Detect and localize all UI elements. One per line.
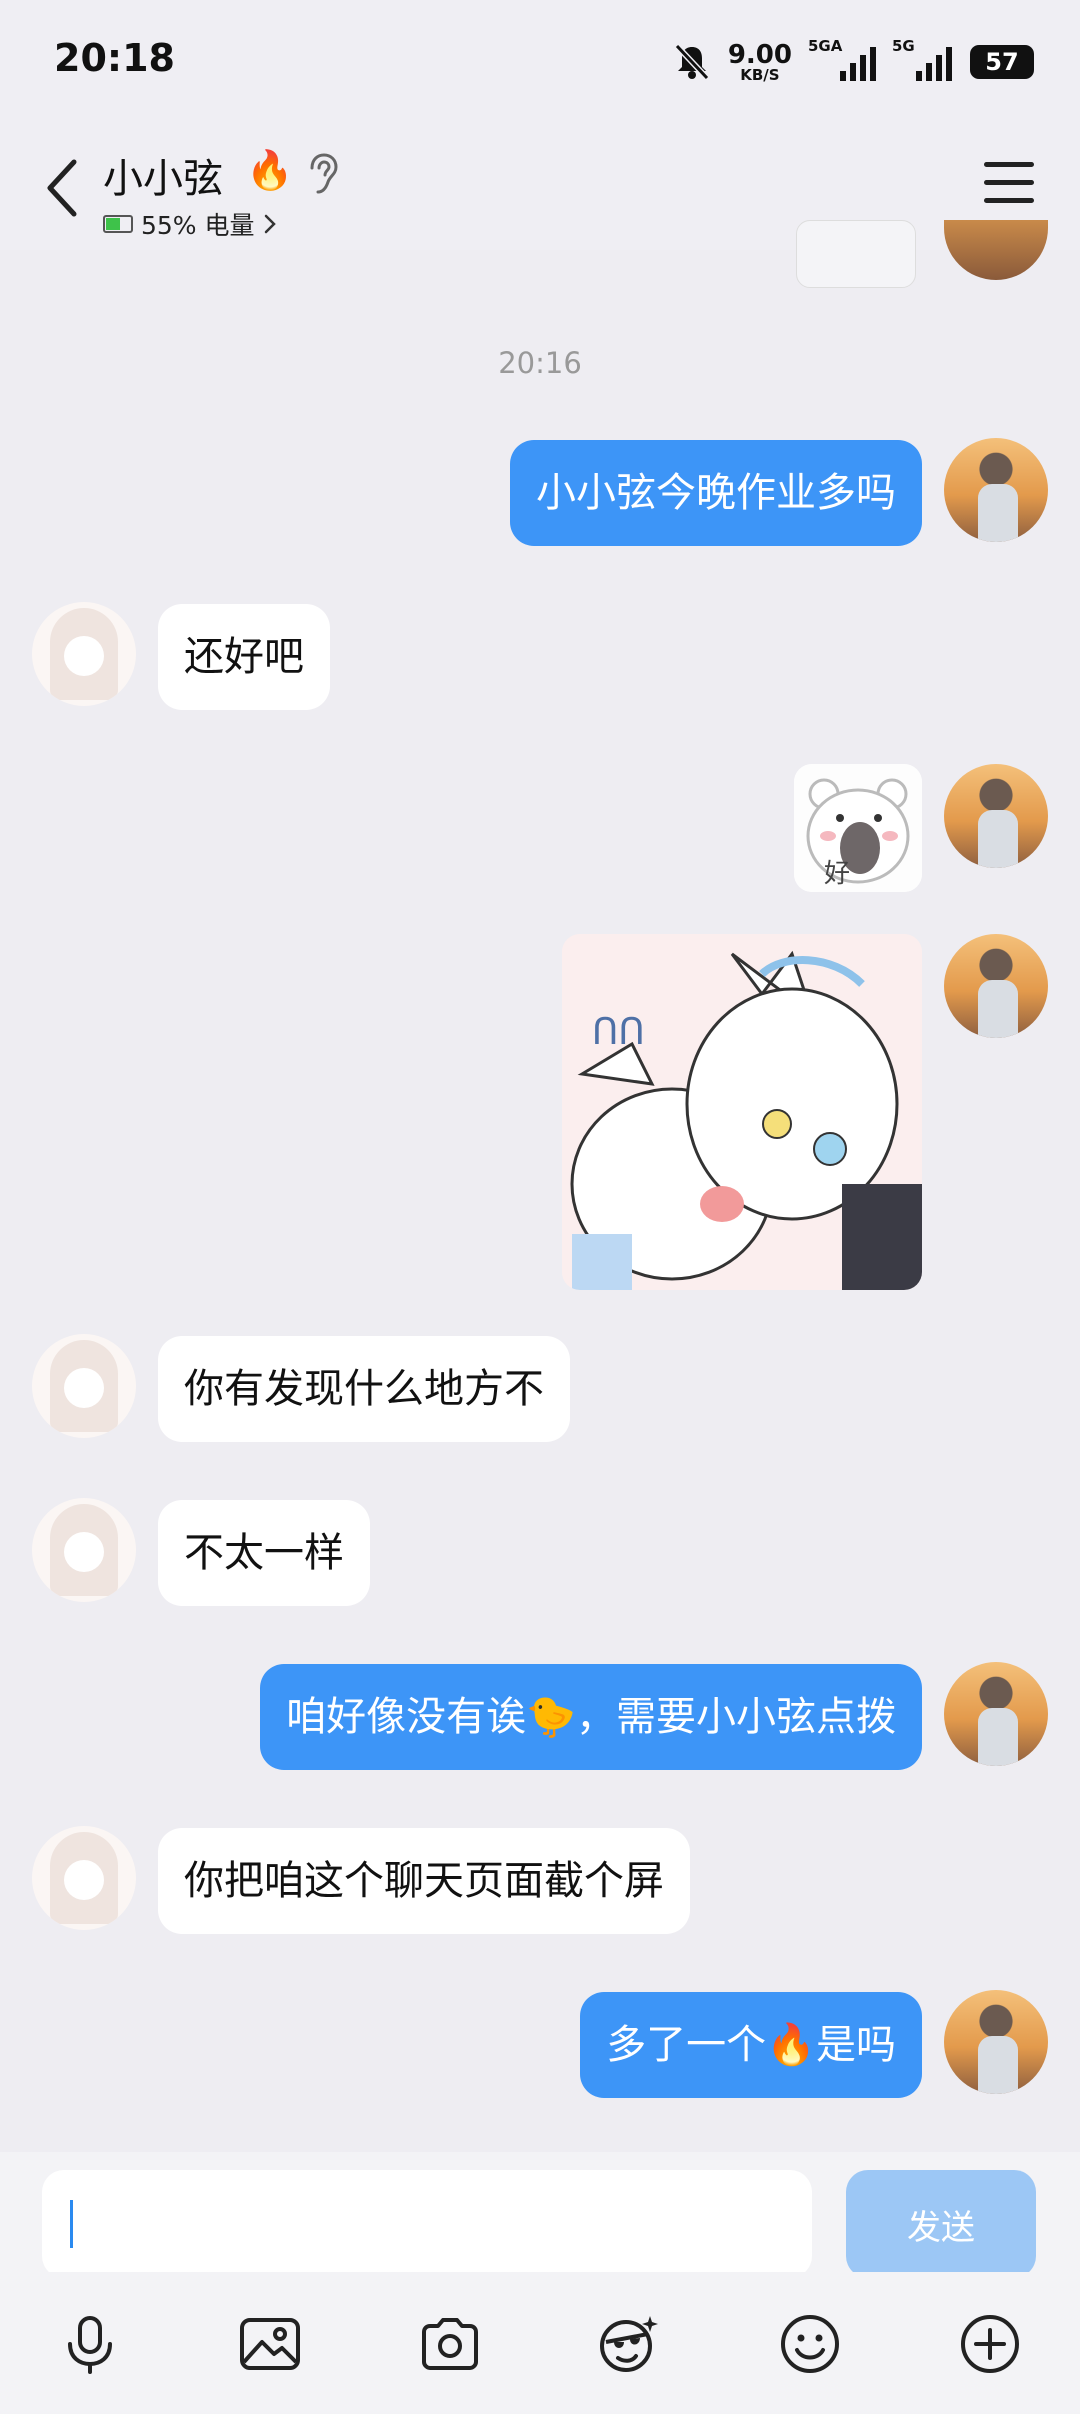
chevron-right-icon bbox=[264, 214, 276, 234]
microphone-icon[interactable] bbox=[58, 2312, 122, 2376]
my-avatar[interactable] bbox=[944, 764, 1048, 868]
phone-battery-icon bbox=[103, 215, 133, 233]
plus-icon[interactable] bbox=[958, 2312, 1022, 2376]
message-input[interactable] bbox=[42, 2170, 812, 2278]
sim1-label: 5GA bbox=[808, 37, 843, 55]
emoji-icon[interactable] bbox=[778, 2312, 842, 2376]
input-bar: 发送 bbox=[0, 2152, 1080, 2278]
super-emoji-icon[interactable] bbox=[596, 2312, 660, 2376]
status-icons: 9.00 KB/S 5GA 5G 57 bbox=[674, 37, 1048, 84]
net-speed-unit: KB/S bbox=[740, 65, 780, 84]
message-timestamp: 20:16 bbox=[498, 346, 582, 380]
message-bubble-received[interactable]: 不太一样 bbox=[158, 1500, 370, 1606]
message-bubble-sent[interactable]: 咱好像没有诶🐤，需要小小弦点拨 bbox=[260, 1664, 922, 1770]
message-bubble-received[interactable]: 你有发现什么地方不 bbox=[158, 1336, 570, 1442]
ear-icon[interactable] bbox=[304, 152, 340, 196]
my-avatar[interactable] bbox=[944, 438, 1048, 542]
signal-icon-sim1: 5GA bbox=[808, 37, 876, 81]
text-caret bbox=[70, 2200, 73, 2248]
send-button[interactable]: 发送 bbox=[846, 2170, 1036, 2278]
mute-bell-icon bbox=[674, 43, 710, 81]
message-bubble-sent[interactable]: 多了一个🔥是吗 bbox=[580, 1992, 922, 2098]
contact-battery-status[interactable]: 55% 电量 bbox=[103, 206, 277, 242]
bear-sticker[interactable]: 好 bbox=[794, 764, 922, 892]
status-time: 20:18 bbox=[54, 36, 175, 80]
my-avatar[interactable] bbox=[944, 1990, 1048, 2094]
signal-icon-sim2: 5G bbox=[892, 37, 952, 81]
chat-header: 小小弦 🔥 55% 电量 bbox=[0, 126, 1080, 250]
contact-avatar[interactable] bbox=[32, 1498, 136, 1602]
message-bubble-received[interactable]: 你把咱这个聊天页面截个屏 bbox=[158, 1828, 690, 1934]
camera-icon[interactable] bbox=[418, 2312, 482, 2376]
anime-girls-sticker[interactable]: ᑎᑎ bbox=[562, 934, 922, 1290]
partial-sticker[interactable] bbox=[796, 220, 916, 288]
chat-messages[interactable]: 20:16 小小弦今晚作业多吗 还好吧 好 ᑎᑎ 你有发现什么地方不 不太一样 … bbox=[0, 220, 1080, 2152]
battery-status-text: 55% 电量 bbox=[141, 211, 255, 240]
status-bar: 20:18 9.00 KB/S 5GA 5G 57 bbox=[0, 0, 1080, 126]
battery-level: 57 bbox=[985, 48, 1019, 76]
image-icon[interactable] bbox=[238, 2312, 302, 2376]
fire-badge-icon[interactable]: 🔥 bbox=[246, 148, 293, 193]
contact-avatar[interactable] bbox=[32, 1334, 136, 1438]
contact-name[interactable]: 小小弦 bbox=[103, 146, 223, 204]
net-speed: 9.00 KB/S bbox=[728, 42, 792, 83]
svg-text:好: 好 bbox=[824, 859, 850, 889]
battery-icon: 57 bbox=[970, 45, 1048, 79]
svg-text:ᑎᑎ: ᑎᑎ bbox=[592, 1012, 645, 1053]
input-toolbar bbox=[0, 2272, 1080, 2414]
menu-button[interactable] bbox=[984, 162, 1034, 206]
sim2-label: 5G bbox=[892, 37, 915, 55]
my-avatar[interactable] bbox=[944, 934, 1048, 1038]
message-bubble-sent[interactable]: 小小弦今晚作业多吗 bbox=[510, 440, 922, 546]
chevron-left-icon bbox=[47, 159, 77, 217]
contact-avatar[interactable] bbox=[32, 602, 136, 706]
contact-avatar[interactable] bbox=[32, 1826, 136, 1930]
my-avatar[interactable] bbox=[944, 1662, 1048, 1766]
partial-avatar[interactable] bbox=[944, 220, 1048, 280]
back-button[interactable] bbox=[34, 156, 90, 220]
message-bubble-received[interactable]: 还好吧 bbox=[158, 604, 330, 710]
net-speed-value: 9.00 bbox=[727, 39, 792, 70]
